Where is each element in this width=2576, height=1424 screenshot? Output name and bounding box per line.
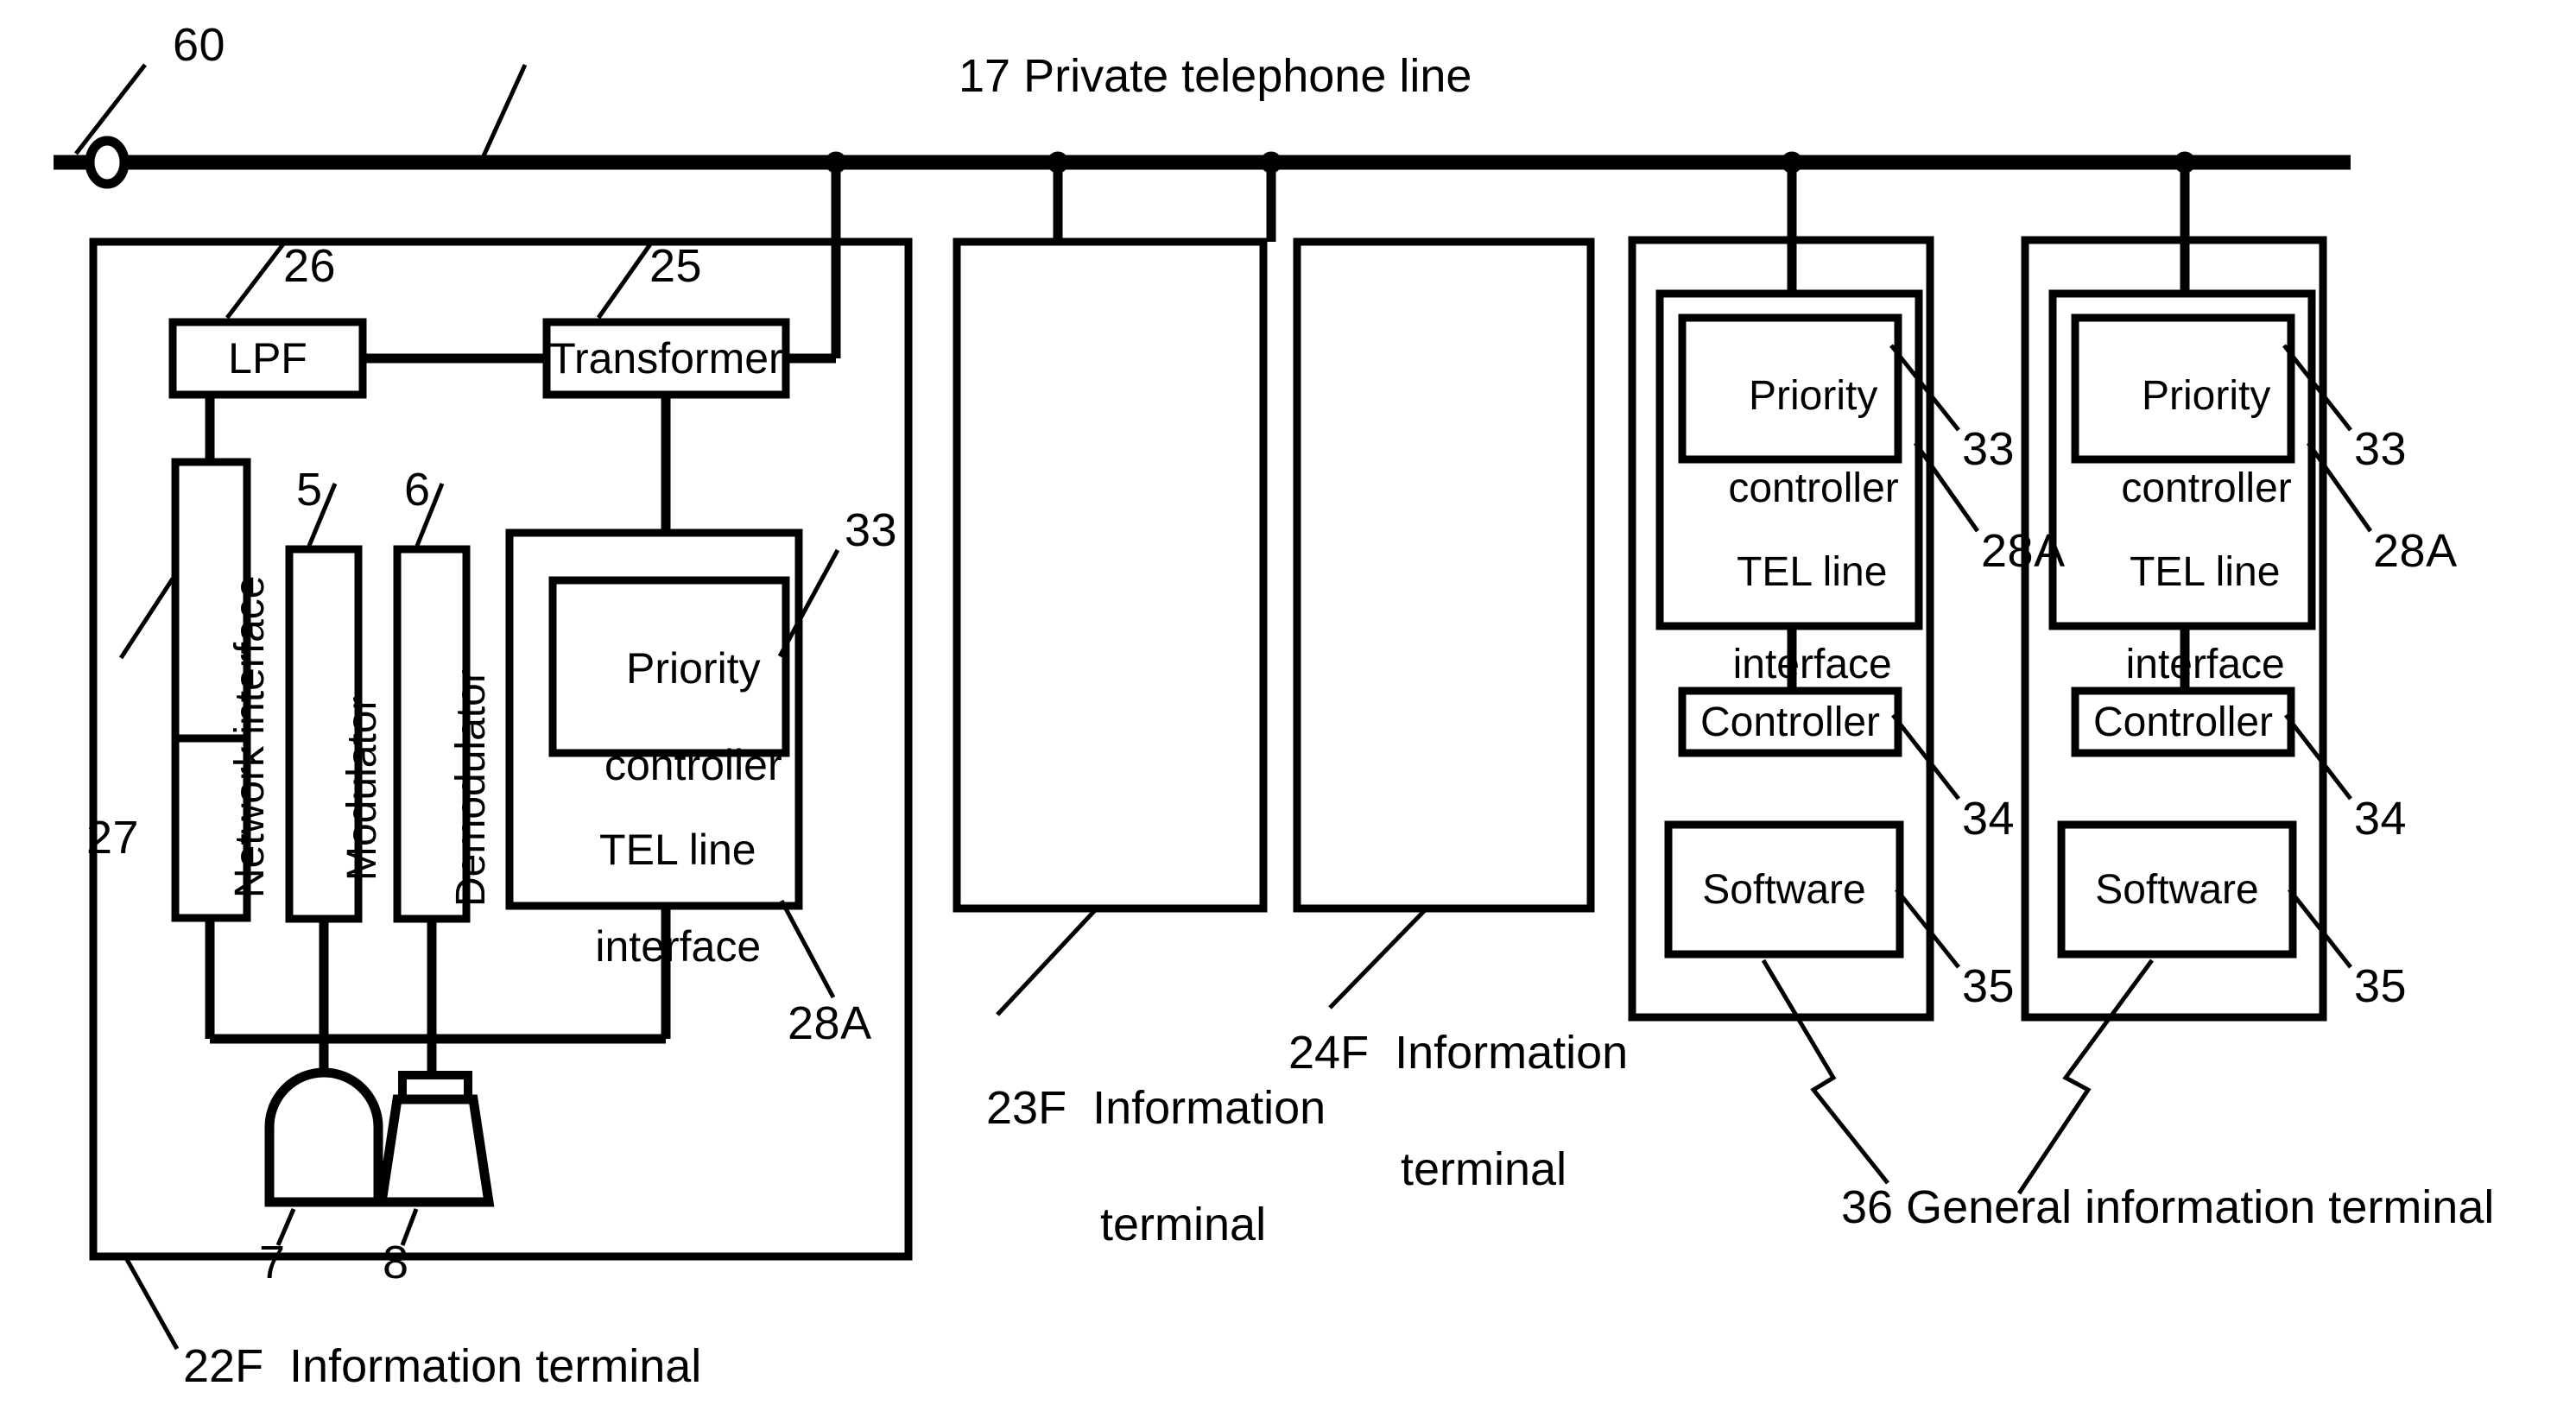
tel-line-line1: TEL line (2130, 548, 2281, 595)
modulator-label: Modulator (339, 696, 385, 881)
ref-34-m4: 34 (1962, 793, 2016, 845)
caption-24f-line1: 24F Information (1288, 1026, 1629, 1079)
leader-26 (225, 240, 287, 320)
ref-35-m5: 35 (2354, 960, 2408, 1012)
tel-line-line2: interface (2125, 642, 2285, 688)
ref-27: 27 (86, 812, 140, 864)
module-24f-outline (1293, 237, 1595, 913)
demodulator-label: Demodulator (448, 669, 494, 907)
microphone-icon (264, 1067, 383, 1207)
ref-28A-m1: 28A (788, 997, 872, 1049)
priority-controller-line1: Priority (1749, 372, 1878, 419)
caption-24f: 24F Information terminal (1237, 965, 1628, 1257)
ref-25: 25 (649, 240, 703, 292)
tel-line-line1: TEL line (599, 826, 756, 874)
ref-33-m4: 33 (1962, 423, 2016, 475)
network-interface-label: Network interface (227, 575, 273, 898)
caption-24f-line2: terminal (1401, 1142, 1567, 1195)
ref-33-m5: 33 (2354, 423, 2408, 475)
ref-8: 8 (383, 1237, 409, 1288)
ref-33-m1: 33 (845, 504, 898, 556)
bus-caption: 17 Private telephone line (959, 50, 1472, 102)
leader-23f (996, 907, 1098, 1016)
priority-controller-line1: Priority (2142, 372, 2271, 419)
bus-terminator-circle (85, 136, 130, 189)
tel-line-line1: TEL line (1737, 548, 1888, 595)
leader-22f (123, 1255, 180, 1351)
software-label-m4: Software (1702, 866, 1866, 913)
module-23f-outline (953, 237, 1268, 913)
ref-28A-m5: 28A (2373, 525, 2458, 577)
leader-36-b (2016, 959, 2155, 1195)
controller-label-m4: Controller (1699, 699, 1881, 745)
ref-26: 26 (283, 240, 337, 292)
tel-line-interface-label-m1: TEL line interface (510, 777, 799, 1019)
caption-36: 36 General information terminal (1841, 1181, 2495, 1233)
ref-34-m5: 34 (2354, 793, 2408, 845)
caption-22f: 22F Information terminal (183, 1340, 702, 1392)
ref-60: 60 (173, 19, 226, 71)
patent-figure-canvas: 60 17 Private telephone line 26 25 LPF T… (0, 0, 2576, 1424)
leader-36-a (1761, 959, 1889, 1185)
controller-label-m5: Controller (2092, 699, 2274, 745)
ref-6: 6 (404, 464, 431, 516)
tel-line-line2: interface (595, 922, 762, 971)
ref-35-m4: 35 (1962, 960, 2016, 1012)
speaker-icon (376, 1094, 495, 1207)
tel-line-line2: interface (1732, 642, 1892, 688)
priority-controller-line1: Priority (626, 644, 761, 693)
transformer-label: Transformer (549, 334, 783, 383)
lpf-label: LPF (228, 334, 307, 383)
leader-17 (479, 63, 528, 161)
software-label-m5: Software (2095, 866, 2259, 913)
ref-5: 5 (296, 464, 323, 516)
leader-25 (596, 240, 655, 320)
ref-7: 7 (259, 1237, 286, 1288)
leader-27 (118, 577, 175, 660)
